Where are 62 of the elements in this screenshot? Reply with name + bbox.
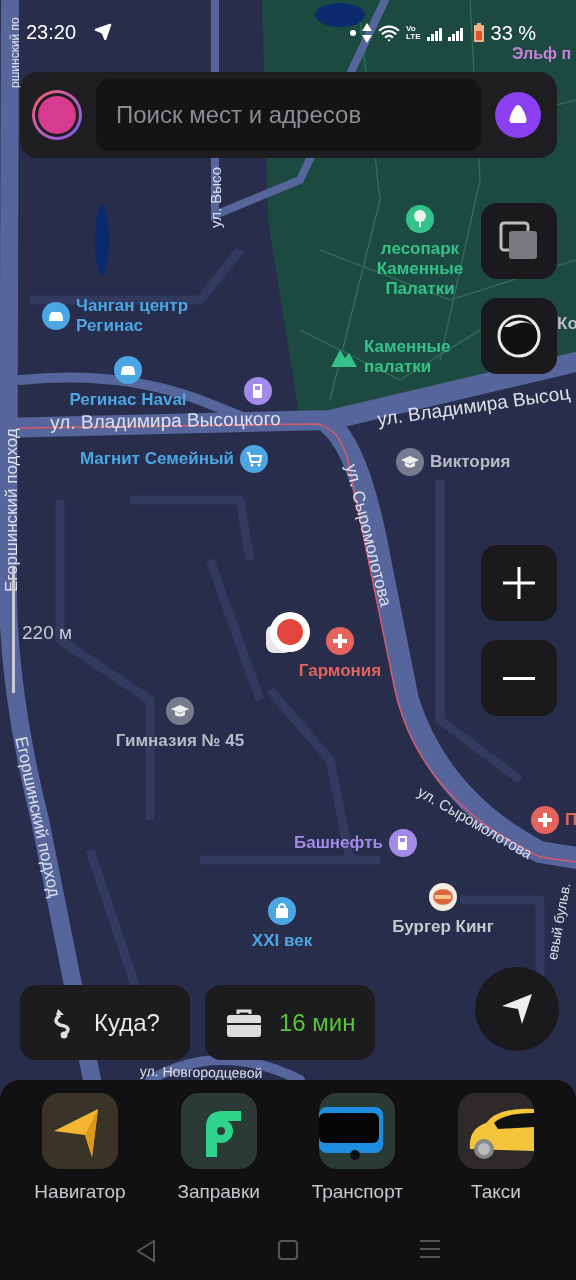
search-field[interactable]: Поиск мест и адресов	[96, 79, 481, 151]
commute-button[interactable]: 16 мин	[205, 985, 375, 1060]
compass-button[interactable]	[481, 298, 557, 374]
street-name: евый бульв.	[542, 881, 575, 962]
street-name: ул. Высо	[206, 166, 225, 228]
battery-icon	[472, 23, 485, 43]
assistant-button[interactable]	[495, 92, 541, 138]
place-name[interactable]: П	[565, 810, 576, 830]
back-icon[interactable]	[135, 1238, 157, 1263]
app-shortcut[interactable]: Заправки	[158, 1093, 279, 1207]
car-icon	[42, 302, 70, 330]
clock: 23:20	[26, 20, 77, 44]
zoom-in-button[interactable]	[481, 545, 557, 621]
avatar[interactable]	[32, 90, 82, 140]
graduation-cap-icon	[166, 697, 194, 725]
place-name[interactable]: XXI век	[251, 931, 313, 951]
letter-p-logo-icon	[180, 1093, 257, 1169]
scale-label: 220 м	[22, 621, 73, 645]
place-name[interactable]: Башнефть	[294, 833, 383, 853]
briefcase-icon	[227, 1008, 261, 1037]
layers-icon	[499, 221, 539, 261]
up-down-arrows-icon	[362, 23, 372, 43]
cart-icon	[239, 445, 268, 473]
plus-icon	[531, 806, 559, 834]
burger-logo-icon	[429, 883, 457, 911]
shopping-bag-icon	[268, 897, 296, 925]
place-name[interactable]: Чанган центр Регинас	[76, 296, 206, 336]
car-icon	[114, 356, 142, 384]
street-name: ршинский по	[7, 17, 23, 88]
place-name[interactable]: лесопарк Каменные Палатки	[362, 239, 478, 299]
route-button[interactable]: Куда?	[20, 985, 190, 1060]
place-name[interactable]: Гармония	[298, 661, 382, 681]
telegram-plane-icon	[94, 23, 112, 41]
street-name: ул. Владимира Высоц	[376, 382, 572, 430]
place-name[interactable]: Эльф п	[512, 44, 572, 64]
network-label: LTE	[406, 33, 421, 41]
plus-icon	[503, 567, 535, 599]
place-name[interactable]: Магнит Семейный	[80, 449, 234, 469]
bus-icon	[319, 1093, 396, 1169]
street-name: ул. Новгородцевой	[139, 1062, 263, 1084]
place-name[interactable]: Каменные палатки	[364, 337, 464, 377]
app-shortcut[interactable]: Транспорт	[297, 1093, 418, 1207]
minus-icon	[503, 676, 535, 680]
place-name[interactable]: Виктория	[430, 452, 511, 472]
fuel-pump-icon	[389, 829, 417, 857]
place-name[interactable]: Бургер Кинг	[392, 917, 494, 937]
menu-icon[interactable]	[419, 1238, 441, 1259]
compass-icon	[496, 313, 542, 359]
graduation-cap-icon	[396, 448, 424, 476]
network-label: Vo	[406, 25, 417, 33]
app-shortcut[interactable]: Такси	[435, 1093, 556, 1207]
taxi-car-icon	[457, 1093, 534, 1169]
plus-icon	[326, 627, 354, 655]
street-name: Егоршинский подход	[2, 428, 22, 592]
place-name[interactable]: Регинас Haval	[69, 390, 187, 410]
home-icon[interactable]	[277, 1238, 299, 1261]
place-name[interactable]: Гимназия № 45	[115, 731, 245, 751]
layers-button[interactable]	[481, 203, 557, 279]
battery-percent: 33 %	[490, 22, 537, 44]
app-shortcut[interactable]: Навигатор	[20, 1093, 140, 1207]
wifi-icon	[378, 22, 400, 44]
tree-icon	[406, 205, 434, 233]
